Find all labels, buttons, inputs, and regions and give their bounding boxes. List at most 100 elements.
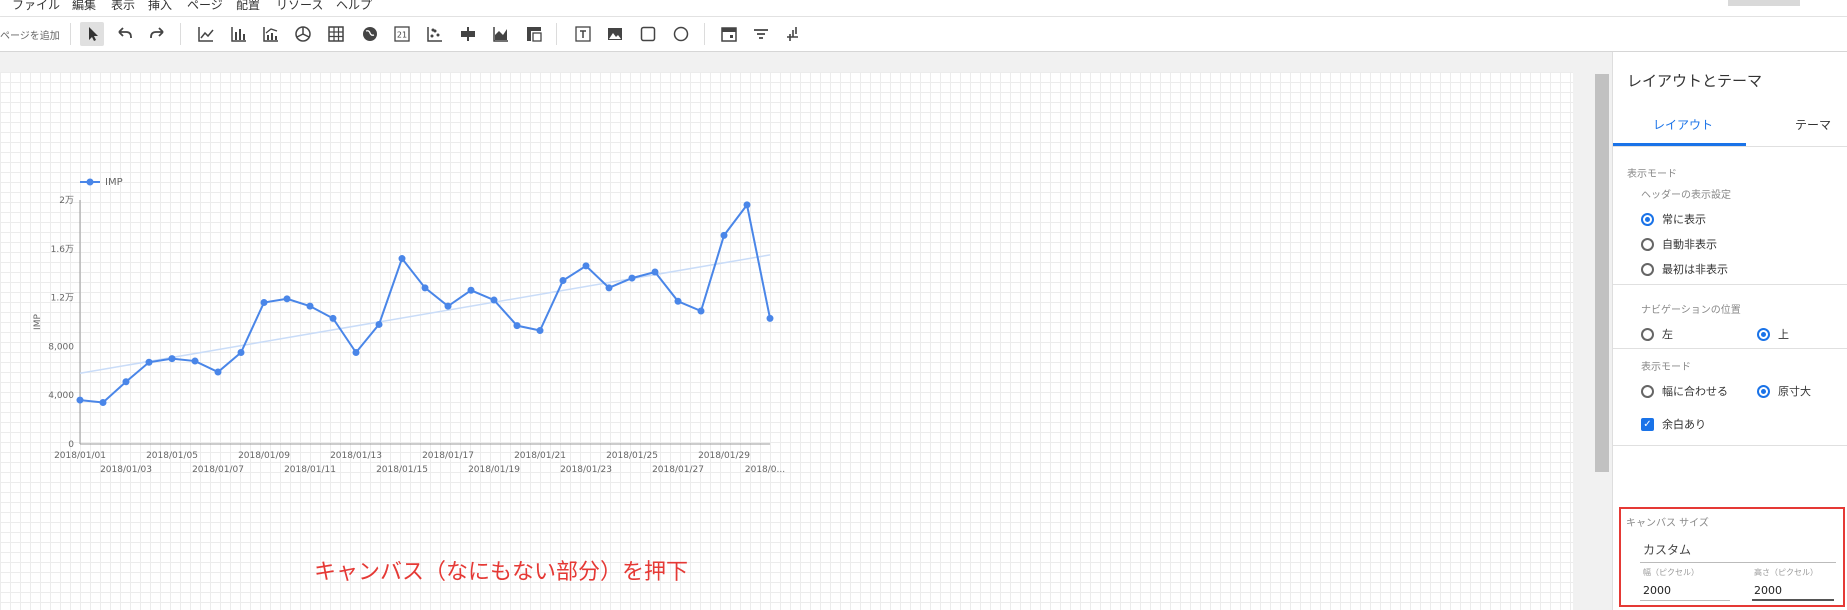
geo-map-icon[interactable] xyxy=(358,22,382,46)
y-tick-label: 8,000 xyxy=(48,342,74,352)
menu-edit[interactable]: 編集 xyxy=(72,0,96,13)
menu-arrange[interactable]: 配置 xyxy=(236,0,260,13)
pivot-table-icon[interactable] xyxy=(522,22,546,46)
header-option-initially-hidden[interactable]: 最初は非表示 xyxy=(1641,261,1728,277)
data-point xyxy=(99,399,107,407)
add-page-button[interactable]: ページを追加 xyxy=(0,27,60,42)
table-icon[interactable] xyxy=(324,22,348,46)
radio-icon xyxy=(1641,262,1654,276)
bullet-chart-icon[interactable] xyxy=(456,22,480,46)
menu-help[interactable]: ヘルプ xyxy=(336,0,372,13)
scorecard-icon[interactable]: 21 xyxy=(390,22,414,46)
x-tick-label: 2018/01/27 xyxy=(652,465,704,475)
radio-icon xyxy=(1641,327,1654,341)
account-button[interactable] xyxy=(1728,0,1800,6)
data-point xyxy=(697,307,705,315)
y-axis-label: IMP xyxy=(33,314,43,330)
pie-chart-icon[interactable] xyxy=(291,22,315,46)
option-label: 自動非表示 xyxy=(1662,238,1717,251)
area-chart-icon[interactable] xyxy=(489,22,513,46)
section-divider xyxy=(1613,445,1847,446)
toolbar-separator xyxy=(704,23,705,45)
toolbar: ページを追加 21 xyxy=(0,17,1847,52)
canvas-area: 0 4,000 8,000 1.2万 1.6万 2万 IMP 2018/01/01 2018/0… xyxy=(0,52,1612,610)
x-tick-label: 2018/01/09 xyxy=(238,451,290,461)
nav-option-top[interactable]: 上 xyxy=(1757,326,1789,342)
header-option-auto-hide[interactable]: 自動非表示 xyxy=(1641,236,1717,252)
redo-icon[interactable] xyxy=(146,22,170,46)
data-point xyxy=(145,358,153,366)
data-point xyxy=(559,277,567,285)
data-point xyxy=(260,298,268,306)
active-tab-indicator xyxy=(1613,143,1746,146)
annotation-highlight-box xyxy=(1619,507,1845,607)
menu-resource[interactable]: リソース xyxy=(276,0,323,13)
data-point xyxy=(375,320,383,328)
nav-option-left[interactable]: 左 xyxy=(1641,326,1673,342)
menu-page[interactable]: ページ xyxy=(187,0,223,13)
radio-icon xyxy=(1641,384,1654,398)
view-option-actual-size[interactable]: 原寸大 xyxy=(1757,383,1811,399)
x-tick-label: 2018/01/25 xyxy=(606,451,658,461)
tab-layout[interactable]: レイアウト xyxy=(1653,116,1713,133)
data-point xyxy=(651,268,659,276)
margin-checkbox[interactable]: ✓ 余白あり xyxy=(1641,416,1706,432)
combo-chart-icon[interactable] xyxy=(259,22,283,46)
date-range-icon[interactable] xyxy=(717,22,741,46)
menu-insert[interactable]: 挿入 xyxy=(148,0,172,13)
legend-label: IMP xyxy=(105,177,123,188)
data-control-icon[interactable] xyxy=(781,22,805,46)
data-point xyxy=(168,355,176,363)
data-point xyxy=(122,378,130,386)
toolbar-separator xyxy=(180,23,181,45)
x-tick-label: 2018/01/29 xyxy=(698,451,750,461)
line-chart-icon[interactable] xyxy=(194,22,218,46)
section-divider xyxy=(1613,284,1847,285)
x-tick-label: 2018/01/07 xyxy=(192,465,244,475)
toolbar-separator xyxy=(70,23,71,45)
panel-tabs: レイアウト テーマ xyxy=(1613,102,1847,147)
display-mode-label: 表示モード xyxy=(1627,169,1677,180)
panel-title: レイアウトとテーマ xyxy=(1627,72,1763,90)
svg-text:21: 21 xyxy=(397,31,407,40)
y-tick-label: 2万 xyxy=(59,196,74,206)
data-point xyxy=(605,284,613,292)
x-tick-label: 2018/01/23 xyxy=(560,465,612,475)
data-point xyxy=(398,255,406,263)
header-option-always[interactable]: 常に表示 xyxy=(1641,211,1706,227)
menu-view[interactable]: 表示 xyxy=(111,0,135,13)
time-series-chart[interactable]: 0 4,000 8,000 1.2万 1.6万 2万 IMP 2018/01/01 2018/0… xyxy=(0,72,820,512)
data-point xyxy=(743,201,751,209)
menu-bar: ファイル 編集 表示 挿入 ページ 配置 リソース ヘルプ xyxy=(0,0,1847,17)
circle-icon[interactable] xyxy=(669,22,693,46)
select-cursor-icon[interactable] xyxy=(80,22,104,46)
header-setting-label: ヘッダーの表示設定 xyxy=(1641,190,1731,201)
series-line-imp xyxy=(79,202,771,404)
nav-position-label: ナビゲーションの位置 xyxy=(1641,305,1741,316)
data-point xyxy=(467,286,475,294)
text-box-icon[interactable] xyxy=(571,22,595,46)
radio-icon xyxy=(1641,237,1654,251)
filter-icon[interactable] xyxy=(749,22,773,46)
checkmark-icon: ✓ xyxy=(1641,417,1654,431)
option-label: 幅に合わせる xyxy=(1662,385,1728,398)
option-label: 常に表示 xyxy=(1662,213,1706,226)
rectangle-icon[interactable] xyxy=(636,22,660,46)
menu-file[interactable]: ファイル xyxy=(12,0,60,13)
bar-chart-icon[interactable] xyxy=(227,22,251,46)
image-icon[interactable] xyxy=(603,22,627,46)
scatter-chart-icon[interactable] xyxy=(423,22,447,46)
undo-icon[interactable] xyxy=(112,22,136,46)
data-point xyxy=(237,349,245,356)
option-label: 左 xyxy=(1662,328,1673,341)
view-option-fit-width[interactable]: 幅に合わせる xyxy=(1641,383,1728,399)
radio-icon xyxy=(1757,327,1770,341)
canvas-scrollbar-thumb[interactable] xyxy=(1595,74,1609,472)
radio-icon xyxy=(1757,384,1770,398)
option-label: 原寸大 xyxy=(1778,385,1811,398)
report-canvas[interactable]: 0 4,000 8,000 1.2万 1.6万 2万 IMP 2018/01/01 2018/0… xyxy=(0,72,1573,610)
option-label: 最初は非表示 xyxy=(1662,263,1728,276)
tab-theme[interactable]: テーマ xyxy=(1795,116,1831,133)
data-point xyxy=(628,274,636,282)
trend-line xyxy=(79,254,771,374)
